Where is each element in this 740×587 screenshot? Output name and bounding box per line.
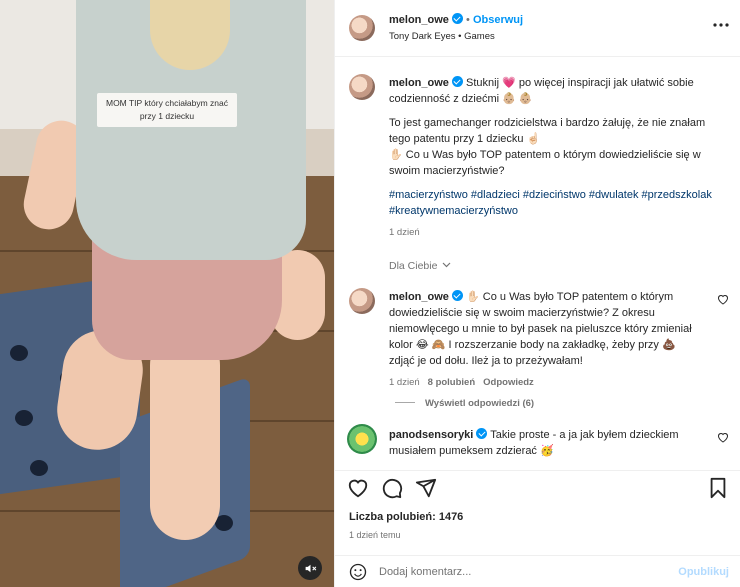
caption-time[interactable]: 1 dzień	[389, 225, 714, 241]
more-horizontal-icon[interactable]	[713, 22, 729, 28]
comments-list[interactable]: melon_owe Stuknij 💗 po więcej inspiracji…	[335, 58, 740, 470]
heart-outline-icon[interactable]	[717, 432, 729, 443]
post-caption: melon_owe Stuknij 💗 po więcej inspiracji…	[349, 74, 729, 244]
post-side-panel: melon_owe • Obserwuj Tony Dark Eyes • Ga…	[334, 0, 740, 587]
publish-button[interactable]: Opublikuj	[678, 566, 729, 578]
action-bar: Liczba polubień: 1476 1 dzień temu	[335, 470, 740, 555]
caption-line-2: To jest gamechanger rodzicielstwa i bard…	[389, 117, 706, 145]
verified-badge-icon	[476, 428, 488, 439]
comment-composer: Opublikuj	[335, 555, 740, 587]
bookmark-icon[interactable]	[707, 477, 729, 499]
caption-line-3: ✋🏻 Co u Was było TOP patentem o którym d…	[389, 149, 701, 177]
caption-username[interactable]: melon_owe	[389, 77, 449, 89]
sort-dropdown[interactable]: Dla Ciebie	[389, 260, 451, 272]
dot-separator: •	[466, 14, 470, 26]
audio-info[interactable]: Tony Dark Eyes • Games	[389, 31, 495, 42]
chevron-down-icon	[442, 262, 451, 268]
divider	[395, 402, 415, 403]
follow-button[interactable]: Obserwuj	[473, 14, 523, 26]
post-media[interactable]: MOM TIP który chciałabym znać przy 1 dzi…	[0, 0, 334, 587]
view-replies-label: Wyświetl odpowiedzi (6)	[425, 398, 535, 409]
comment-username[interactable]: melon_owe	[389, 291, 449, 303]
avatar[interactable]	[349, 288, 375, 314]
view-replies-button[interactable]: Wyświetl odpowiedzi (6)	[395, 398, 534, 409]
verified-badge-icon	[451, 290, 463, 301]
reply-button[interactable]: Odpowiedz	[483, 377, 534, 388]
avatar[interactable]	[347, 424, 377, 454]
avatar[interactable]	[349, 15, 375, 41]
likes-count[interactable]: Liczba polubień: 1476	[349, 511, 463, 523]
like-heart-icon[interactable]	[347, 477, 369, 499]
post-header: melon_owe • Obserwuj Tony Dark Eyes • Ga…	[335, 0, 740, 57]
mute-button[interactable]	[298, 556, 322, 580]
speaker-muted-icon	[305, 564, 316, 572]
share-send-icon[interactable]	[415, 477, 437, 499]
video-caption: MOM TIP który chciałabym znać przy 1 dzi…	[97, 93, 237, 127]
emoji-smiley-icon[interactable]	[349, 563, 367, 581]
comment-input[interactable]	[379, 563, 669, 581]
heart-outline-icon[interactable]	[717, 294, 729, 305]
avatar[interactable]	[349, 74, 375, 100]
comment: panodsensoryki Takie proste - a ja jak b…	[347, 424, 729, 466]
comment-username[interactable]: panodsensoryki	[389, 429, 473, 441]
author-username[interactable]: melon_owe	[389, 14, 449, 26]
comment-likes[interactable]: 8 polubień	[428, 377, 476, 388]
comment: melon_owe ✋🏻 Co u Was było TOP patentem …	[349, 288, 729, 388]
caption-hashtags[interactable]: #macierzyństwo #dladzieci #dzieciństwo #…	[389, 187, 714, 219]
comment-bubble-icon[interactable]	[381, 477, 403, 499]
post-date[interactable]: 1 dzień temu	[349, 530, 401, 540]
verified-badge-icon	[451, 13, 463, 24]
verified-badge-icon	[451, 76, 463, 87]
comment-time[interactable]: 1 dzień	[389, 377, 420, 388]
sort-label: Dla Ciebie	[389, 260, 438, 272]
